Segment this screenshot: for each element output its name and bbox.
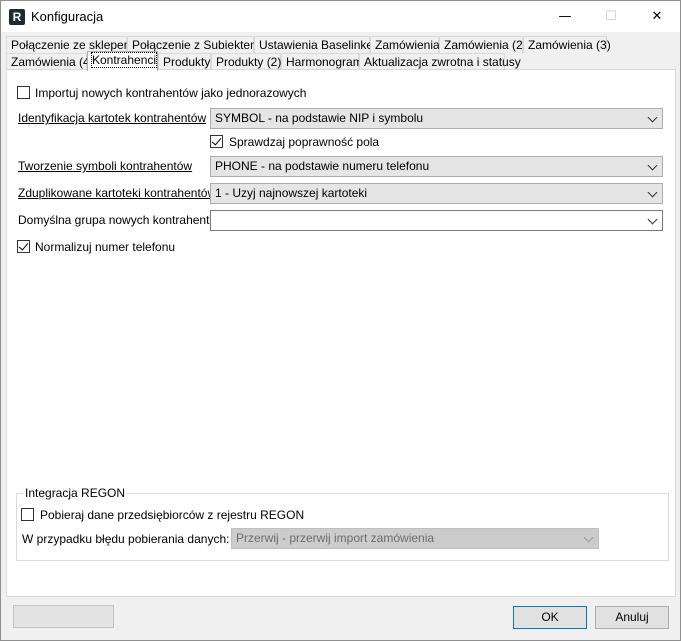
close-button[interactable]: ✕ bbox=[634, 1, 680, 32]
minimize-button[interactable]: — bbox=[542, 1, 588, 32]
ok-button[interactable]: OK bbox=[513, 606, 587, 629]
regon-groupbox: Integracja REGON Pobieraj dane przedsięb… bbox=[16, 486, 669, 561]
import-once-checkbox[interactable] bbox=[17, 86, 30, 99]
chevron-down-icon bbox=[647, 187, 658, 198]
symbol-creation-label[interactable]: Tworzenie symboli kontrahentów bbox=[18, 159, 192, 173]
maximize-button[interactable]: ☐ bbox=[588, 1, 634, 32]
chevron-down-icon bbox=[647, 112, 658, 123]
identification-label[interactable]: Identyfikacja kartotek kontrahentów bbox=[18, 111, 206, 125]
disabled-blank-button[interactable] bbox=[13, 605, 114, 628]
regon-fetch-checkbox[interactable] bbox=[21, 508, 34, 521]
chevron-down-icon bbox=[647, 160, 658, 171]
verify-label: Sprawdzaj poprawność pola bbox=[229, 135, 380, 149]
regon-group-title: Integracja REGON bbox=[23, 486, 128, 500]
identification-select[interactable]: SYMBOL - na podstawie NIP i symbolu bbox=[210, 108, 663, 129]
app-logo-icon: R bbox=[9, 9, 25, 25]
identification-value: SYMBOL - na podstawie NIP i symbolu bbox=[215, 111, 424, 125]
tab-kontrahenci[interactable]: Kontrahenci bbox=[87, 51, 158, 71]
chevron-down-icon bbox=[647, 214, 658, 225]
regon-error-select[interactable]: Przerwij - przerwij import zamówienia bbox=[231, 528, 599, 549]
chevron-down-icon bbox=[583, 532, 594, 543]
symbol-creation-value: PHONE - na podstawie numeru telefonu bbox=[215, 159, 430, 173]
duplicates-value: 1 - Uzyj najnowszej kartoteki bbox=[215, 186, 368, 200]
import-once-label: Importuj nowych kontrahentów jako jednor… bbox=[35, 86, 307, 100]
default-group-select[interactable] bbox=[210, 210, 663, 231]
tab-zamowienia-3[interactable]: Zamówienia (3) bbox=[523, 36, 611, 53]
tab-produkty-2[interactable]: Produkty (2) bbox=[211, 53, 281, 70]
kontrahenci-panel: Importuj nowych kontrahentów jako jednor… bbox=[6, 69, 676, 597]
tab-aktualizacja-zwrotna[interactable]: Aktualizacja zwrotna i statusy bbox=[359, 53, 521, 70]
tab-zamowienia-2[interactable]: Zamówienia (2) bbox=[439, 36, 527, 53]
default-group-label: Domyślna grupa nowych kontrahentów bbox=[18, 213, 225, 227]
tab-zamowienia[interactable]: Zamówienia bbox=[370, 36, 440, 53]
tab-zamowienia-4[interactable]: Zamówienia (4) bbox=[6, 53, 94, 70]
regon-fetch-label: Pobieraj dane przedsiębiorców z rejestru… bbox=[40, 508, 305, 522]
tab-ustawienia-baselinker[interactable]: Ustawienia Baselinker bbox=[254, 36, 377, 53]
tab-produkty[interactable]: Produkty bbox=[158, 53, 211, 70]
window-title: Konfiguracja bbox=[31, 9, 104, 24]
normalize-phone-label: Normalizuj numer telefonu bbox=[35, 240, 176, 254]
regon-error-label: W przypadku błędu pobierania danych: bbox=[22, 532, 230, 546]
normalize-phone-checkbox[interactable] bbox=[17, 240, 30, 253]
regon-error-value: Przerwij - przerwij import zamówienia bbox=[236, 531, 435, 545]
duplicates-select[interactable]: 1 - Uzyj najnowszej kartoteki bbox=[210, 183, 663, 204]
cancel-button[interactable]: Anuluj bbox=[595, 606, 669, 629]
duplicates-label[interactable]: Zduplikowane kartoteki kontrahentów bbox=[18, 186, 216, 200]
tab-harmonogram[interactable]: Harmonogram bbox=[281, 53, 363, 70]
title-bar: R Konfiguracja — ☐ ✕ bbox=[1, 1, 680, 32]
symbol-creation-select[interactable]: PHONE - na podstawie numeru telefonu bbox=[210, 156, 663, 177]
config-window: R Konfiguracja — ☐ ✕ Połączenie ze sklep… bbox=[0, 0, 681, 641]
verify-checkbox[interactable] bbox=[210, 135, 223, 148]
